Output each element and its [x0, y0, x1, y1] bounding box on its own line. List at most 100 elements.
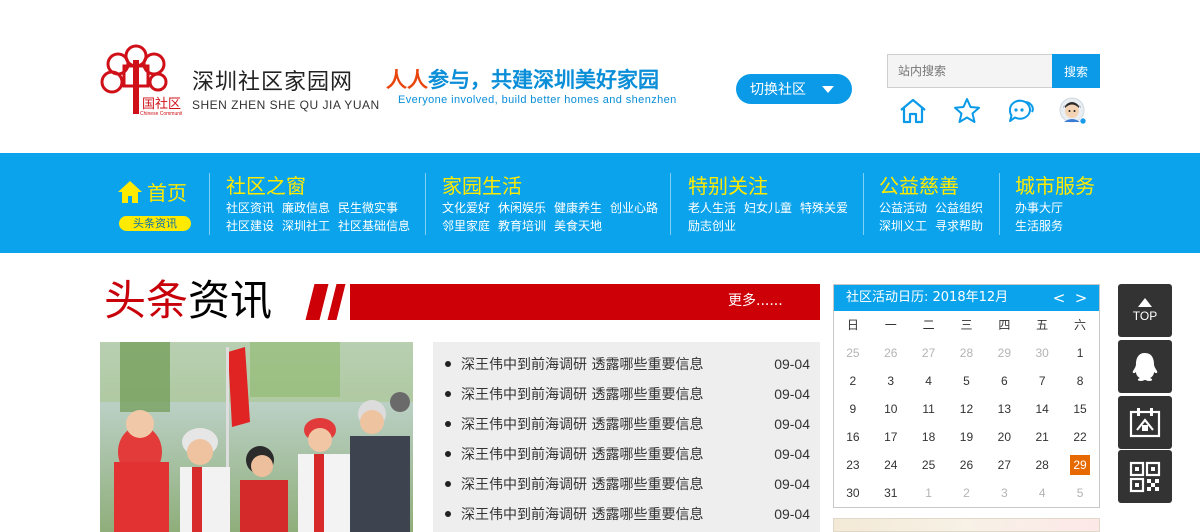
- nav-link[interactable]: 生活服务: [1015, 219, 1063, 233]
- nav-link[interactable]: 公益活动: [879, 201, 927, 215]
- calendar-day[interactable]: 26: [948, 451, 986, 479]
- nav-link[interactable]: 寻求帮助: [935, 219, 983, 233]
- calendar-day[interactable]: 21: [1023, 423, 1061, 451]
- nav-link[interactable]: 民生微实事: [338, 201, 398, 215]
- nav-link[interactable]: 健康养生: [554, 201, 602, 215]
- qq-button[interactable]: [1118, 340, 1172, 393]
- nav-home-sub[interactable]: 头条资讯: [119, 216, 191, 231]
- calendar-day[interactable]: 1: [910, 479, 948, 507]
- nav-link[interactable]: 老人生活: [688, 201, 736, 215]
- nav-link[interactable]: 特殊关爱: [800, 201, 848, 215]
- calendar-day[interactable]: 28: [948, 339, 986, 367]
- nav-link[interactable]: 妇女儿童: [744, 201, 792, 215]
- calendar-day[interactable]: 22: [1061, 423, 1099, 451]
- nav-home-title[interactable]: 首页: [117, 177, 197, 206]
- calendar-day-number: 27: [921, 346, 936, 360]
- calendar-day[interactable]: 5: [1061, 479, 1099, 507]
- calendar-day[interactable]: 25: [834, 339, 872, 367]
- calendar-day[interactable]: 26: [872, 339, 910, 367]
- chinese-community-logo-icon[interactable]: 国社区 Chinese Community: [96, 42, 182, 116]
- news-list-item[interactable]: 深王伟中到前海调研 透露哪些重要信息 09-04: [433, 409, 820, 439]
- calendar-day[interactable]: 30: [1023, 339, 1061, 367]
- calendar-day[interactable]: 2: [948, 479, 986, 507]
- news-list-item[interactable]: 深王伟中到前海调研 透露哪些重要信息 09-04: [433, 379, 820, 409]
- calendar-day[interactable]: 31: [872, 479, 910, 507]
- community-service-button[interactable]: [1118, 396, 1172, 449]
- nav-link[interactable]: 廉政信息: [282, 201, 330, 215]
- calendar-day[interactable]: 27: [910, 339, 948, 367]
- back-to-top-button[interactable]: TOP: [1118, 284, 1172, 337]
- nav-link[interactable]: 社区建设: [226, 219, 274, 233]
- calendar-day[interactable]: 27: [985, 451, 1023, 479]
- nav-link[interactable]: 创业心路: [610, 201, 658, 215]
- nav-link[interactable]: 深圳义工: [879, 219, 927, 233]
- nav-col-title[interactable]: 城市服务: [1015, 173, 1095, 199]
- more-link[interactable]: 更多......: [728, 290, 783, 310]
- calendar-day[interactable]: 1: [1061, 339, 1099, 367]
- nav-link[interactable]: 深圳社工: [282, 219, 330, 233]
- calendar-day[interactable]: 29: [985, 339, 1023, 367]
- calendar-day[interactable]: 5: [948, 367, 986, 395]
- calendar-day[interactable]: 3: [872, 367, 910, 395]
- news-list-item[interactable]: 深王伟中到前海调研 透露哪些重要信息 09-04: [433, 439, 820, 469]
- nav-col-title[interactable]: 社区之窗: [226, 173, 418, 199]
- calendar-day[interactable]: 13: [985, 395, 1023, 423]
- calendar-day[interactable]: 30: [834, 479, 872, 507]
- nav-link[interactable]: 励志创业: [688, 219, 736, 233]
- nav-divider: [999, 173, 1000, 235]
- star-icon[interactable]: [952, 96, 982, 126]
- avatar[interactable]: [1058, 96, 1088, 126]
- nav-link[interactable]: 社区基础信息: [338, 219, 410, 233]
- calendar-day[interactable]: 12: [948, 395, 986, 423]
- calendar-day[interactable]: 17: [872, 423, 910, 451]
- calendar-day[interactable]: 4: [1023, 479, 1061, 507]
- nav-col-title[interactable]: 公益慈善: [879, 173, 991, 199]
- search-button[interactable]: 搜索: [1052, 54, 1100, 88]
- promo-banner[interactable]: [833, 518, 1100, 532]
- qrcode-button[interactable]: [1118, 450, 1172, 503]
- calendar-day[interactable]: 9: [834, 395, 872, 423]
- calendar-day[interactable]: 23: [834, 451, 872, 479]
- calendar-day[interactable]: 20: [985, 423, 1023, 451]
- nav-link[interactable]: 公益组织: [935, 201, 983, 215]
- news-list-item[interactable]: 深王伟中到前海调研 透露哪些重要信息 09-04: [433, 499, 820, 529]
- calendar-day[interactable]: 8: [1061, 367, 1099, 395]
- switch-community-button[interactable]: 切换社区: [736, 74, 852, 104]
- slogan: 人人参与，共建深圳美好家园: [386, 64, 659, 94]
- calendar-day[interactable]: 3: [985, 479, 1023, 507]
- calendar-day-number: 28: [1035, 458, 1049, 472]
- nav-link[interactable]: 美食天地: [554, 219, 602, 233]
- nav-home[interactable]: 首页 头条资讯: [117, 177, 197, 231]
- calendar-day[interactable]: 29: [1061, 451, 1099, 479]
- calendar-day[interactable]: 28: [1023, 451, 1061, 479]
- calendar-day[interactable]: 15: [1061, 395, 1099, 423]
- search-input[interactable]: [887, 54, 1053, 88]
- nav-link[interactable]: 休闲娱乐: [498, 201, 546, 215]
- nav-link[interactable]: 办事大厅: [1015, 201, 1063, 215]
- nav-link[interactable]: 文化爱好: [442, 201, 490, 215]
- nav-link[interactable]: 教育培训: [498, 219, 546, 233]
- calendar-day[interactable]: 25: [910, 451, 948, 479]
- chat-icon[interactable]: [1005, 96, 1035, 126]
- calendar-day[interactable]: 7: [1023, 367, 1061, 395]
- nav-col-title[interactable]: 家园生活: [442, 173, 666, 199]
- home-icon[interactable]: [898, 96, 928, 126]
- calendar-day[interactable]: 19: [948, 423, 986, 451]
- calendar-day[interactable]: 4: [910, 367, 948, 395]
- calendar-day[interactable]: 2: [834, 367, 872, 395]
- calendar-next-button[interactable]: >: [1071, 285, 1091, 311]
- calendar-day[interactable]: 24: [872, 451, 910, 479]
- news-list-item[interactable]: 深王伟中到前海调研 透露哪些重要信息 09-04: [433, 349, 820, 379]
- calendar-day[interactable]: 16: [834, 423, 872, 451]
- calendar-day[interactable]: 10: [872, 395, 910, 423]
- nav-link[interactable]: 邻里家庭: [442, 219, 490, 233]
- calendar-prev-button[interactable]: <: [1049, 285, 1069, 311]
- nav-link[interactable]: 社区资讯: [226, 201, 274, 215]
- calendar-day[interactable]: 14: [1023, 395, 1061, 423]
- news-photo[interactable]: [100, 342, 413, 532]
- news-list-item[interactable]: 深王伟中到前海调研 透露哪些重要信息 09-04: [433, 469, 820, 499]
- calendar-day[interactable]: 6: [985, 367, 1023, 395]
- calendar-day[interactable]: 18: [910, 423, 948, 451]
- nav-col-title[interactable]: 特别关注: [688, 173, 856, 199]
- calendar-day[interactable]: 11: [910, 395, 948, 423]
